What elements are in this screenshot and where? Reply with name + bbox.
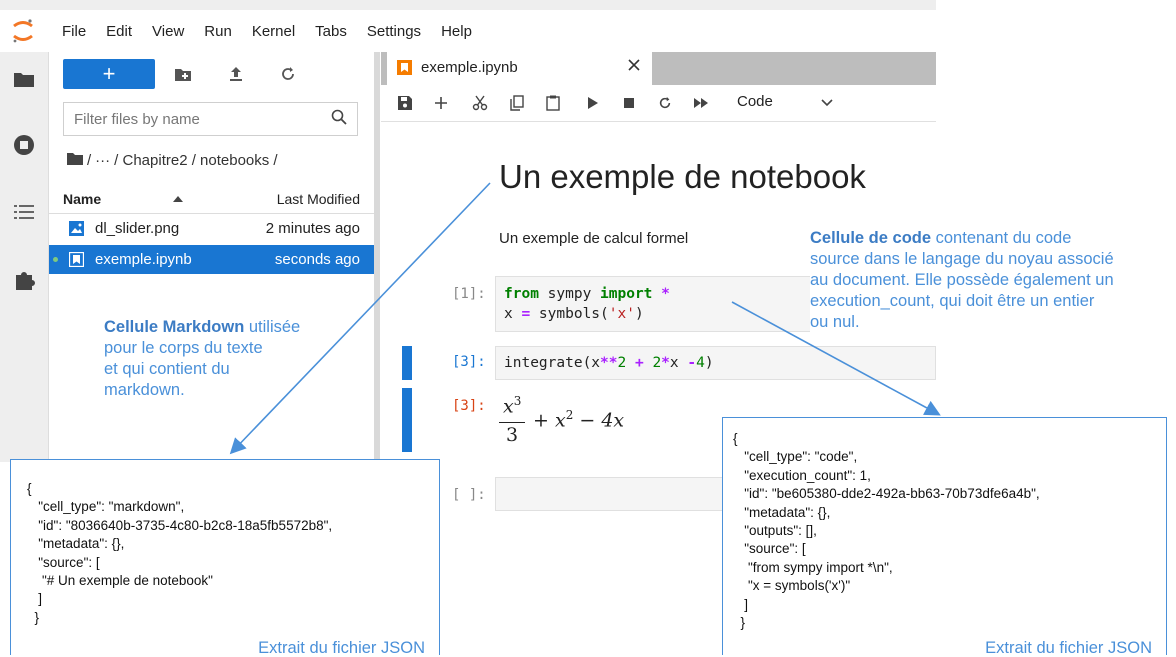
json-line: "source": [ <box>27 554 100 570</box>
json-line: { <box>27 481 32 496</box>
annotation-line: ou nul. <box>810 313 860 331</box>
json-line: "id": "be605380-dde2-492a-bb63-70b73dfe6… <box>733 486 1040 502</box>
json-line: } <box>27 609 40 625</box>
annotation-line: utilisée <box>244 318 301 336</box>
json-line: "cell_type": "code", <box>733 449 858 465</box>
json-line: "id": "8036640b-3735-4c80-b2c8-18a5fb557… <box>27 517 333 533</box>
json-excerpt-code: { "cell_type": "code", "execution_count"… <box>722 417 1167 657</box>
json-line: "x = symbols('x')" <box>733 578 851 594</box>
json-line: "execution_count": 1, <box>733 467 871 483</box>
annotation-line: et qui contient du <box>104 360 230 378</box>
json-line: } <box>733 615 746 631</box>
annotation-markdown: Cellule Markdown utilisée pour le corps … <box>104 317 300 401</box>
annotation-bold: Cellule Markdown <box>104 318 245 336</box>
annotation-bold: Cellule de code <box>810 229 932 247</box>
annotation-line: contenant du code <box>931 229 1072 247</box>
json-excerpt-markdown: { "cell_type": "markdown", "id": "803664… <box>10 459 440 657</box>
annotation-code: Cellule de code contenant du code source… <box>810 228 1114 333</box>
annotation-line: source dans le langage du noyau associé <box>810 250 1114 268</box>
annotation-line: execution_count, qui doit être un entier <box>810 292 1095 310</box>
json-line: ] <box>27 591 43 607</box>
annotation-line: au document. Elle possède également un <box>810 271 1114 289</box>
json-line: "source": [ <box>733 541 806 557</box>
json-line: "metadata": {}, <box>733 504 831 520</box>
json-line: "from sympy import *\n", <box>733 559 893 575</box>
annotation-line: markdown. <box>104 381 185 399</box>
annotation-line: pour le corps du texte <box>104 339 263 357</box>
json-line: { <box>733 431 738 446</box>
json-line: "metadata": {}, <box>27 536 125 552</box>
json-line: ] <box>733 596 749 612</box>
json-line: "outputs": [], <box>733 523 817 539</box>
json-caption: Extrait du fichier JSON <box>258 638 425 657</box>
json-line: "# Un exemple de notebook" <box>27 573 213 589</box>
json-caption: Extrait du fichier JSON <box>985 638 1152 657</box>
json-line: "cell_type": "markdown", <box>27 499 185 515</box>
